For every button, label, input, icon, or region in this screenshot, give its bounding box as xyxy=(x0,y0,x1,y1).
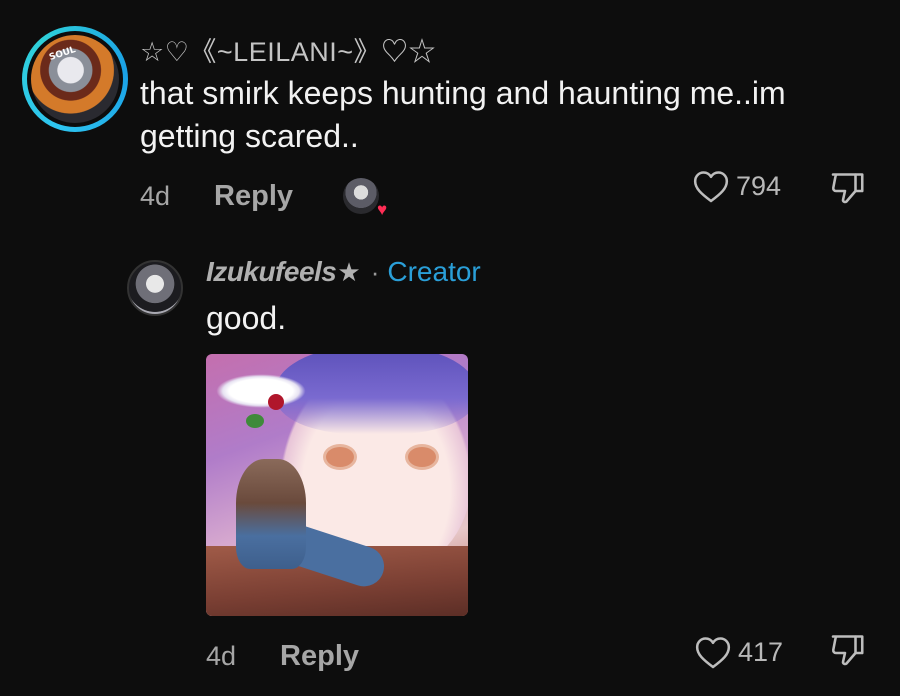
commenter-username[interactable]: ☆♡《~LEILANI~》♡☆ xyxy=(140,30,436,69)
heart-outline-icon[interactable] xyxy=(694,634,732,670)
comment-dislike-button[interactable] xyxy=(828,170,868,211)
reply-header: Izukufeels ★ · Creator xyxy=(206,256,481,288)
reply-text: good. xyxy=(206,300,287,336)
reply-like-button[interactable]: 417 xyxy=(694,634,783,670)
reply-reply-button[interactable]: Reply xyxy=(280,640,359,673)
creator-liked-avatar: ♥ xyxy=(343,178,387,218)
heart-outline-icon[interactable] xyxy=(692,168,730,204)
image-eye-right xyxy=(405,444,439,470)
separator-dot: · xyxy=(370,256,380,287)
creator-badge: Creator xyxy=(387,256,481,287)
reply-attached-image[interactable] xyxy=(206,354,468,616)
comment-text: that smirk keeps hunting and haunting me… xyxy=(140,75,786,154)
reply-meta: 4d Reply xyxy=(206,636,359,676)
image-wolf-figure xyxy=(236,459,306,569)
reply-like-count: 417 xyxy=(738,636,784,667)
reply-item: Izukufeels ★ · Creator good. 4d Reply 41… xyxy=(0,240,900,696)
reply-dislike-button[interactable] xyxy=(828,632,868,673)
reply-timestamp: 4d xyxy=(206,640,237,671)
creator-username[interactable]: Izukufeels xyxy=(206,256,337,288)
comment-meta: 4d Reply ♥ xyxy=(140,176,387,218)
thumbs-down-icon[interactable] xyxy=(828,635,868,672)
reply-button[interactable]: Reply xyxy=(214,180,293,213)
image-rose xyxy=(268,394,284,410)
comment-item: SOUL ☆♡《~LEILANI~》♡☆ that smirk keeps hu… xyxy=(0,0,900,230)
comment-timestamp: 4d xyxy=(140,180,171,211)
heart-filled-icon: ♥ xyxy=(376,200,388,219)
creator-avatar[interactable] xyxy=(127,260,183,316)
thumbs-down-icon[interactable] xyxy=(828,173,868,210)
comment-like-button[interactable]: 794 xyxy=(692,168,781,204)
comment-like-count: 794 xyxy=(736,170,782,201)
image-leaves xyxy=(246,414,264,428)
username-star: ★ xyxy=(337,256,361,287)
commenter-avatar[interactable]: SOUL xyxy=(22,26,128,132)
image-dove xyxy=(216,374,306,408)
image-eye-left xyxy=(323,444,357,470)
